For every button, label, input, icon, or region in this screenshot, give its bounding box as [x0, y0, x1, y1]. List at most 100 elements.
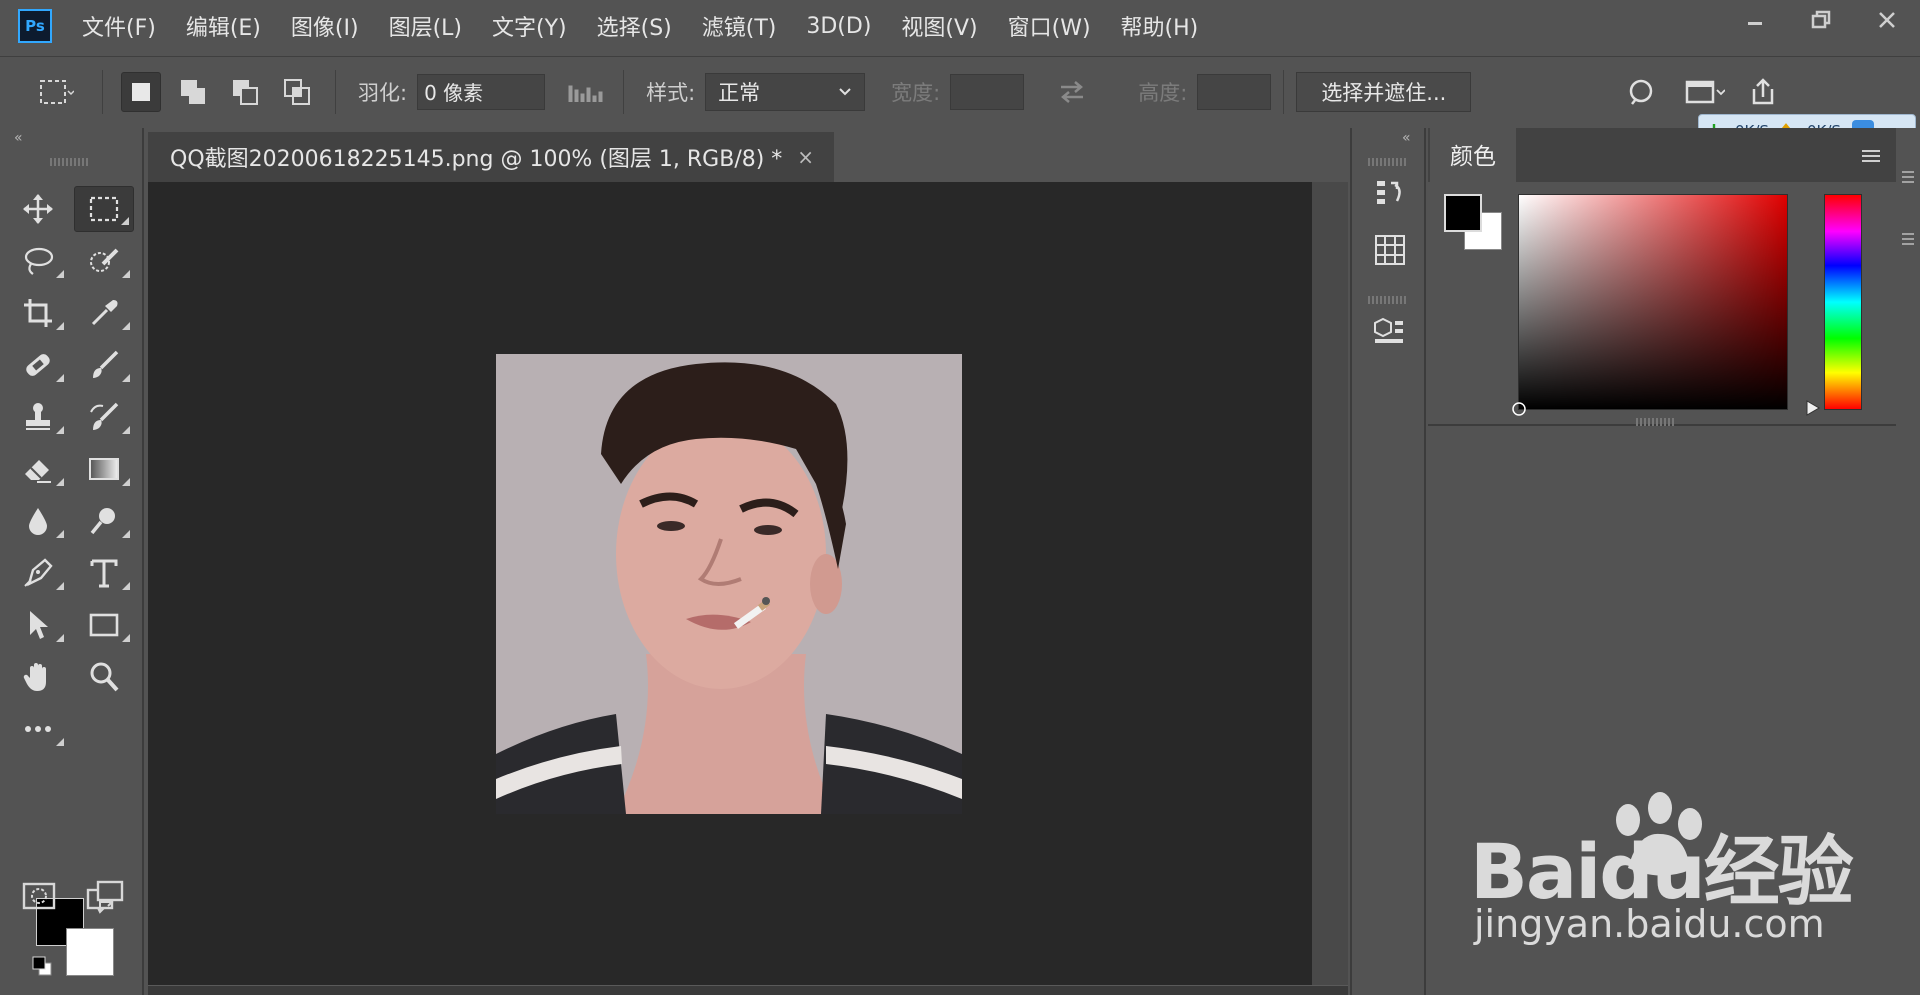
color-saturation-field[interactable]	[1512, 194, 1788, 416]
gradient-tool-icon[interactable]	[74, 446, 134, 492]
panel-dock-strip: «	[1350, 128, 1426, 995]
width-label: 宽度:	[891, 80, 941, 105]
hue-slider[interactable]	[1824, 194, 1862, 410]
workspace-icon[interactable]	[1685, 72, 1726, 112]
history-brush-tool-icon[interactable]	[74, 394, 134, 440]
crop-tool-icon[interactable]	[8, 290, 68, 336]
close-window-icon[interactable]	[1854, 0, 1920, 40]
menu-file[interactable]: 文件(F)	[82, 10, 156, 42]
path-selection-tool-icon[interactable]	[8, 602, 68, 648]
menu-help[interactable]: 帮助(H)	[1121, 10, 1199, 42]
menu-3d[interactable]: 3D(D)	[806, 14, 871, 39]
menu-edit[interactable]: 编辑(E)	[186, 10, 261, 42]
type-tool-icon[interactable]	[74, 550, 134, 596]
marquee-preset-icon[interactable]	[36, 72, 76, 112]
ps-logo[interactable]: Ps	[18, 9, 52, 43]
eyedropper-tool-icon[interactable]	[74, 290, 134, 336]
subtract-selection-icon[interactable]	[225, 72, 265, 112]
new-selection-icon[interactable]	[121, 71, 161, 112]
hand-tool-icon[interactable]	[8, 654, 68, 700]
add-selection-icon[interactable]	[173, 72, 213, 112]
quick-selection-tool-icon[interactable]	[74, 238, 134, 284]
height-input[interactable]	[1197, 73, 1272, 110]
menu-window[interactable]: 窗口(W)	[1008, 10, 1091, 42]
select-and-mask-button[interactable]: 选择并遮住...	[1296, 71, 1472, 112]
anti-alias-icon[interactable]	[565, 72, 605, 112]
tab-bar-empty	[834, 130, 1350, 182]
options-bar: 羽化: 样式: 正常 宽度: 高度: 选择并遮住...	[0, 56, 1920, 126]
brush-tool-icon[interactable]	[74, 342, 134, 388]
divider	[102, 69, 103, 114]
panel-options-icon[interactable]	[1900, 170, 1916, 184]
panel-side-gutter	[1896, 128, 1920, 995]
hue-slider-handle[interactable]	[1806, 400, 1820, 416]
default-colors-icon[interactable]	[30, 954, 54, 978]
style-select[interactable]: 正常	[705, 72, 866, 111]
height-label: 高度:	[1138, 80, 1188, 105]
dock-grip[interactable]	[1368, 158, 1408, 166]
menu-view[interactable]: 视图(V)	[901, 10, 977, 42]
restore-icon[interactable]	[1788, 0, 1854, 40]
feather-label: 羽化:	[358, 80, 408, 105]
toolbar-grip[interactable]	[50, 158, 90, 166]
status-bar	[148, 985, 1348, 995]
blur-tool-icon[interactable]	[8, 498, 68, 544]
color-panel-resize-grip[interactable]	[1636, 418, 1676, 426]
eraser-tool-icon[interactable]	[8, 446, 68, 492]
menu-image[interactable]: 图像(I)	[291, 10, 359, 42]
healing-brush-tool-icon[interactable]	[8, 342, 68, 388]
zoom-tool-icon[interactable]	[74, 654, 134, 700]
document-image[interactable]	[496, 354, 962, 814]
watermark-url: jingyan.baidu.com	[1474, 902, 1825, 946]
window-controls	[1722, 0, 1920, 40]
rectangle-tool-icon[interactable]	[74, 602, 134, 648]
menu-select[interactable]: 选择(S)	[597, 10, 672, 42]
intersect-selection-icon[interactable]	[277, 72, 317, 112]
3d-panel-icon[interactable]	[1370, 312, 1410, 352]
clone-stamp-tool-icon[interactable]	[8, 394, 68, 440]
dock-grip-2[interactable]	[1368, 296, 1408, 304]
divider	[623, 69, 625, 114]
pen-tool-icon[interactable]	[8, 550, 68, 596]
width-input[interactable]	[950, 73, 1025, 110]
tools-panel: «	[0, 128, 144, 995]
document-tab-title: QQ截图20200618225145.png @ 100% (图层 1, RGB…	[170, 147, 783, 172]
color-panel	[1428, 182, 1896, 426]
share-icon[interactable]	[1743, 72, 1783, 112]
move-tool-icon[interactable]	[8, 186, 68, 232]
panel-foreground-swatch[interactable]	[1444, 194, 1482, 232]
background-color-swatch[interactable]	[66, 928, 114, 976]
quick-mask-icon[interactable]	[20, 876, 60, 916]
menu-type[interactable]: 文字(Y)	[492, 10, 567, 42]
collapse-toolbar-icon[interactable]: «	[14, 130, 23, 146]
color-picker-ring-icon[interactable]	[1511, 401, 1527, 417]
style-select-value: 正常	[718, 80, 761, 105]
panel-menu-icon[interactable]	[1860, 148, 1882, 162]
swap-width-height-icon[interactable]	[1052, 72, 1092, 112]
more-tools-icon[interactable]	[8, 706, 68, 752]
feather-input[interactable]	[417, 73, 546, 110]
minimize-icon[interactable]	[1722, 0, 1788, 40]
divider	[1283, 69, 1285, 114]
collapse-panels-icon[interactable]: «	[1402, 130, 1411, 146]
chevron-down-icon	[839, 87, 851, 95]
dodge-tool-icon[interactable]	[74, 498, 134, 544]
search-icon[interactable]	[1621, 72, 1661, 112]
rectangular-marquee-tool-icon[interactable]	[74, 186, 134, 232]
close-document-icon[interactable]: ×	[797, 145, 814, 169]
baidu-watermark: Baidu经验 jingyan.baidu.com	[1470, 790, 1890, 970]
screen-mode-icon[interactable]	[84, 876, 130, 916]
menu-bar: Ps 文件(F) 编辑(E) 图像(I) 图层(L) 文字(Y) 选择(S) 滤…	[0, 0, 1920, 52]
history-panel-icon[interactable]	[1370, 174, 1410, 214]
style-label: 样式:	[646, 80, 696, 105]
lasso-tool-icon[interactable]	[8, 238, 68, 284]
panel-options-icon-2[interactable]	[1900, 232, 1916, 246]
menu-filter[interactable]: 滤镜(T)	[702, 10, 777, 42]
menu-layer[interactable]: 图层(L)	[389, 10, 462, 42]
tab-color[interactable]: 颜色	[1430, 128, 1516, 182]
document-tab[interactable]: QQ截图20200618225145.png @ 100% (图层 1, RGB…	[148, 130, 834, 182]
swatches-panel-icon[interactable]	[1370, 230, 1410, 270]
divider	[335, 69, 336, 114]
photoshop-window: Ps 文件(F) 编辑(E) 图像(I) 图层(L) 文字(Y) 选择(S) 滤…	[0, 0, 1920, 995]
vertical-scrollbar[interactable]	[1312, 182, 1348, 987]
